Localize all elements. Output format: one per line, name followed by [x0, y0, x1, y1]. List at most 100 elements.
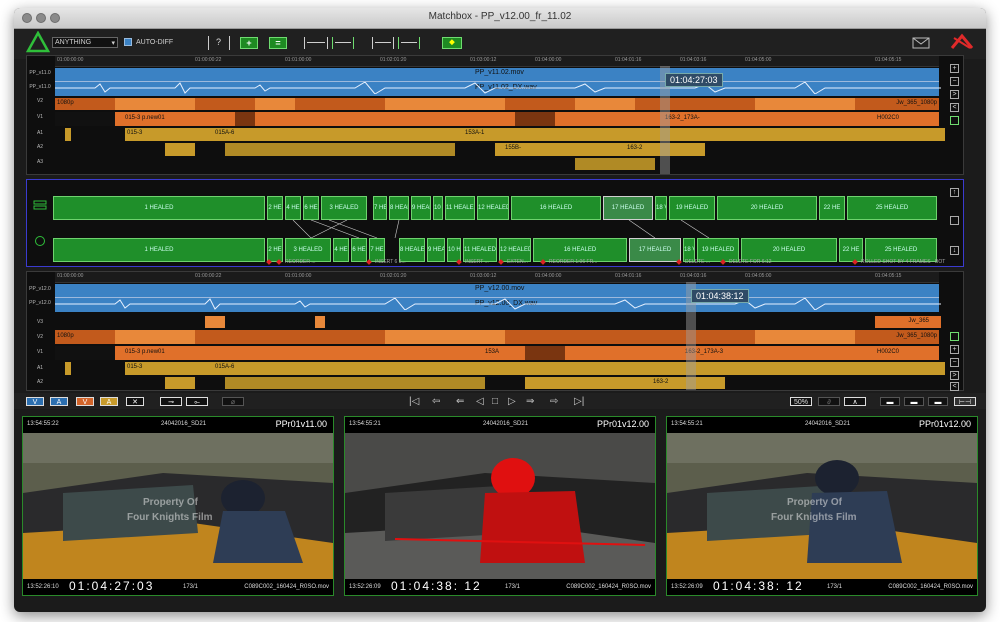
viewer-frame-number: 173/1 [183, 584, 199, 590]
diff-segment[interactable]: 19 HEALED [669, 196, 715, 220]
audio-track-v11[interactable]: PP_v11.02.mov PP_v11.02_DX.wav [55, 68, 941, 96]
diff-segment[interactable]: 25 HEALED [847, 196, 937, 220]
diff-segment[interactable]: 6 HE [351, 238, 367, 262]
stop-icon[interactable]: □ [492, 396, 498, 407]
swap-icon[interactable]: ✕ [126, 397, 144, 406]
trim-left-button[interactable] [304, 37, 328, 49]
timecode-ruler[interactable]: 01:00:00:00 01:00:00:22 01:01:00:00 01:0… [55, 272, 939, 283]
diff-segment-selected[interactable]: 17 HEALED [629, 238, 681, 262]
video-track-v2[interactable]: 1080p Jw_365_1080p [55, 330, 939, 344]
equal-button[interactable]: = [269, 37, 287, 49]
diff-segment[interactable]: 12 HEALED [477, 196, 509, 220]
scroll-left-button[interactable]: < [950, 382, 959, 391]
zoom-in-button[interactable]: + [950, 345, 959, 354]
auto-diff-checkbox[interactable] [124, 38, 132, 46]
diff-segment[interactable]: 1 HEALED [53, 196, 265, 220]
next-edit-icon[interactable]: ⇨ [550, 396, 558, 407]
scroll-right-button[interactable]: > [950, 371, 959, 380]
layout-4-icon[interactable]: ⊢⊣ [954, 397, 976, 406]
audio-track-a1[interactable]: 015-3 015A-6 [55, 362, 945, 375]
viewer-timecode: 01:04:38: 12 [713, 579, 804, 593]
diff-segment[interactable]: 3 HEALED [321, 196, 367, 220]
zoom-out-button[interactable]: − [950, 77, 959, 86]
diff-segment-selected[interactable]: 17 HEALED [603, 196, 653, 220]
video-track-v1[interactable]: 015-3 p.new01 163-2_173A- H002C0 [55, 112, 939, 126]
key-left-icon[interactable]: ⊸ [160, 397, 182, 406]
question-label: ? [216, 37, 222, 47]
slip-right-button[interactable] [398, 37, 420, 49]
diff-segment[interactable]: 18 V [655, 196, 667, 220]
viewer-diff[interactable]: 13:54:55:21 24042016_SD21 PPr01v12.00 13… [344, 416, 656, 596]
zoom-in-button[interactable]: + [950, 64, 959, 73]
track-label: V1 [36, 114, 44, 120]
audio-track-a2[interactable]: 163-2 [55, 377, 939, 389]
video-track-toggle-1[interactable]: V [26, 397, 44, 406]
timeline-v11[interactable]: 01:00:00:00 01:00:00:22 01:01:00:00 01:0… [26, 55, 964, 175]
diff-segment[interactable]: 11 HEALED [445, 196, 475, 220]
video-track-v1[interactable]: 015-3 p.new01 153A 163-2_173A-3 H002C0 [55, 346, 939, 360]
settings-triangle-icon[interactable] [950, 32, 974, 52]
lock-button[interactable] [950, 332, 959, 341]
marker-button[interactable]: ◆ [442, 37, 462, 49]
timeline-v12[interactable]: 01:00:00:00 01:00:00:22 01:01:00:00 01:0… [26, 271, 964, 391]
video-track-v3[interactable]: Jw_365 [55, 316, 941, 328]
diff-segment[interactable]: 8 HEALED [389, 196, 409, 220]
play-icon[interactable]: ▷ [508, 396, 516, 407]
previous-edit-icon[interactable]: ⇦ [432, 396, 440, 407]
audio-track-toggle-2[interactable]: A [100, 397, 118, 406]
viewer-frame-number: 173/1 [505, 584, 521, 590]
slip-left-button[interactable] [372, 37, 394, 49]
diff-segment[interactable]: 22 HE [839, 238, 863, 262]
diff-segment[interactable]: 2 HE [267, 196, 283, 220]
layout-3-icon[interactable]: ▬ [928, 397, 948, 406]
rewind-icon[interactable]: ◁ [476, 396, 484, 407]
diff-segment[interactable]: 4 HE [333, 238, 349, 262]
diff-segment[interactable]: 6 HE [303, 196, 319, 220]
key-right-icon[interactable]: ⟜ [186, 397, 208, 406]
timecode-ruler[interactable]: 01:00:00:00 01:00:00:22 01:01:00:00 01:0… [55, 56, 939, 67]
diff-segment[interactable]: 9 HEAL [411, 196, 431, 220]
wedge-button[interactable]: ∧ [844, 397, 866, 406]
disabled-button[interactable]: ⌀ [222, 397, 244, 406]
find-gap-button[interactable]: ? [208, 36, 230, 50]
diff-segment[interactable]: 20 HEALED [717, 196, 817, 220]
diff-segment[interactable]: 9 HEAL [427, 238, 445, 262]
diff-segment[interactable]: 7 HE [373, 196, 387, 220]
step-forward-icon[interactable]: ⇒ [526, 396, 534, 407]
add-button[interactable]: + [240, 37, 258, 49]
diff-segment[interactable]: 22 HE [819, 196, 845, 220]
zoom-out-button[interactable]: − [950, 358, 959, 367]
audio-track-a2[interactable]: 155B- 163-2 [55, 143, 939, 156]
diff-segment[interactable]: 4 HE [285, 196, 301, 220]
diff-event-label: REORDER ... [285, 259, 316, 265]
viewer-v11[interactable]: 13:54:55:22 24042016_SD21 PPr01v11.00 Pr… [22, 416, 334, 596]
audio-track-toggle-1[interactable]: A [50, 397, 68, 406]
audio-track-a1[interactable]: 015-3 015A-6 153A-1 [55, 128, 945, 141]
step-back-icon[interactable]: ⇐ [456, 396, 464, 407]
layout-1-icon[interactable]: ▬ [880, 397, 900, 406]
trim-right-button[interactable] [332, 37, 354, 49]
diff-link-button[interactable] [950, 216, 959, 225]
go-to-end-icon[interactable]: ▷| [574, 396, 584, 407]
video-track-v2[interactable]: 1080p Jw_365_1080p [55, 98, 939, 110]
mail-icon[interactable] [912, 37, 930, 49]
audio-track-v12[interactable]: PP_v12.00.mov PP_v12.00_DX.wav [55, 284, 941, 312]
zoom-level[interactable]: 50% [790, 397, 812, 406]
diff-segment[interactable]: 2 HE [267, 238, 283, 262]
diff-scroll-down-button[interactable]: ↓ [950, 246, 959, 255]
scroll-right-button[interactable]: > [950, 90, 959, 99]
diff-scroll-up-button[interactable]: ↑ [950, 188, 959, 197]
diff-segment[interactable]: 16 HEALED [511, 196, 601, 220]
diff-view[interactable]: 1 HEALED 2 HE 4 HE 6 HE 3 HEALED 7 HE 8 … [26, 179, 964, 267]
layout-2-icon[interactable]: ▬ [904, 397, 924, 406]
viewer-v12[interactable]: 13:54:55:21 24042016_SD21 PPr01v12.00 Pr… [666, 416, 978, 596]
diff-segment[interactable]: 1 HEALED [53, 238, 265, 262]
lock-button[interactable] [950, 116, 959, 125]
info-button[interactable]: ∂ [818, 397, 840, 406]
diff-segment[interactable]: 10 HE [433, 196, 443, 220]
scroll-left-button[interactable]: < [950, 103, 959, 112]
video-track-toggle-2[interactable]: V [76, 397, 94, 406]
go-to-start-icon[interactable]: |◁ [409, 396, 419, 407]
audio-track-a3[interactable] [55, 158, 939, 170]
filter-select[interactable]: ANYTHING ▾ [52, 37, 118, 48]
